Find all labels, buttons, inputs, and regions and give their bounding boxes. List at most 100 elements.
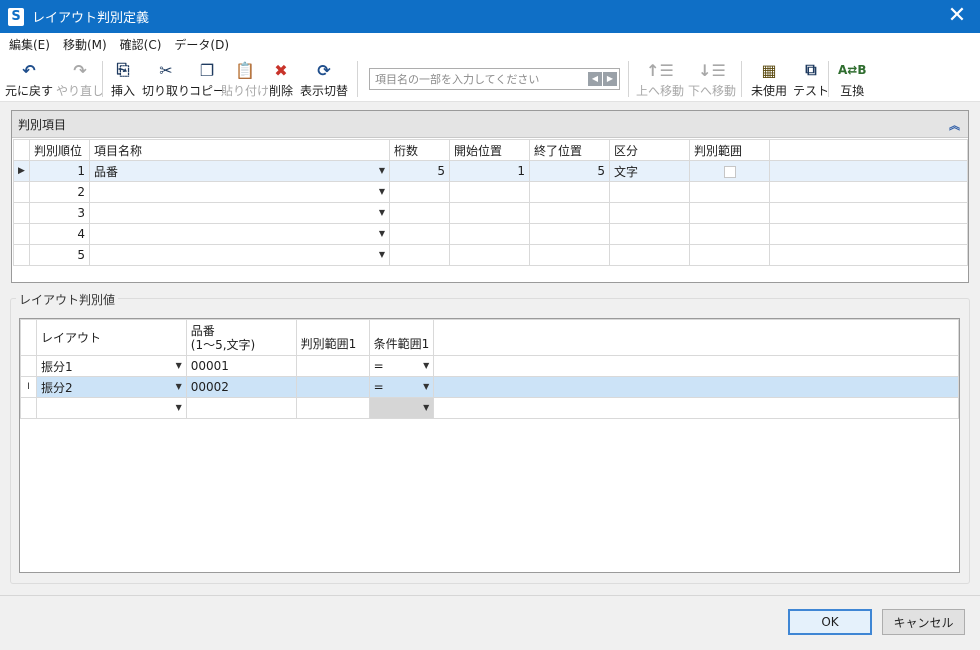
cell-order[interactable]: 1 <box>29 160 90 182</box>
cell-layout-dropdown[interactable]: 振分1 <box>35 355 187 377</box>
cell-item-name-dropdown[interactable]: 品番 <box>89 160 390 182</box>
app-icon: S <box>8 7 24 26</box>
table-row[interactable]: 振分1 00001 = <box>20 355 959 377</box>
cell-condition-dropdown[interactable]: = <box>368 376 435 398</box>
table-row[interactable]: ▶ 1 品番 5 1 5 文字 <box>13 160 968 182</box>
cell-range[interactable] <box>689 181 770 203</box>
cell-range[interactable] <box>689 244 770 266</box>
cell-layout-dropdown[interactable]: 振分2 <box>35 376 187 398</box>
cell-kind[interactable] <box>609 244 690 266</box>
collapse-icon[interactable]: ︽ <box>949 117 960 133</box>
cell-order[interactable]: 3 <box>29 202 90 224</box>
cell-start[interactable]: 1 <box>449 160 530 182</box>
cell-layout-dropdown[interactable] <box>35 397 187 419</box>
cell-digits[interactable]: 5 <box>389 160 450 182</box>
move-up-button[interactable]: ↑☰ 上へ移動 <box>636 59 684 99</box>
col-range-header[interactable]: 判別範囲1 <box>295 319 370 356</box>
cell-end[interactable] <box>529 181 610 203</box>
toggle-display-button[interactable]: ⟳ 表示切替 <box>300 59 348 99</box>
paste-button[interactable]: 📋 貼り付け <box>221 59 269 99</box>
cancel-button[interactable]: キャンセル <box>882 609 965 635</box>
cell-digits[interactable] <box>389 202 450 224</box>
cell-digits[interactable] <box>389 223 450 245</box>
cell-condition-dropdown[interactable]: = <box>368 355 435 377</box>
cell-item-name-dropdown[interactable] <box>89 223 390 245</box>
cell-digits[interactable] <box>389 244 450 266</box>
cell-kind[interactable] <box>609 223 690 245</box>
menu-data[interactable]: データ(D) <box>174 36 229 53</box>
cell-end[interactable] <box>529 202 610 224</box>
cell-filler <box>769 223 968 245</box>
cell-order[interactable]: 5 <box>29 244 90 266</box>
col-digits-header[interactable]: 桁数 <box>389 139 450 161</box>
col-name-header[interactable]: 項目名称 <box>89 139 390 161</box>
ok-button[interactable]: OK <box>788 609 872 635</box>
unused-button[interactable]: ▦ 未使用 <box>751 59 787 99</box>
col-condition-header[interactable]: 条件範囲1 <box>368 319 435 356</box>
col-item-header[interactable]: 品番 (1〜5,文字) <box>185 319 297 356</box>
cut-button[interactable]: ✂ 切り取り <box>142 59 190 99</box>
test-button[interactable]: ⧉ テスト <box>793 59 829 99</box>
col-range-header[interactable]: 判別範囲 <box>689 139 770 161</box>
cell-range[interactable] <box>295 376 370 398</box>
menu-confirm[interactable]: 確認(C) <box>120 36 162 53</box>
col-layout-header[interactable]: レイアウト <box>35 319 187 356</box>
delete-button[interactable]: ✖ 削除 <box>269 59 293 99</box>
table-row[interactable]: 5 <box>13 244 968 266</box>
col-kind-header[interactable]: 区分 <box>609 139 690 161</box>
cell-start[interactable] <box>449 202 530 224</box>
close-icon[interactable]: ✕ <box>934 0 980 33</box>
undo-button[interactable]: ↶ 元に戻す <box>5 59 53 99</box>
range-checkbox[interactable] <box>723 165 736 178</box>
cell-range[interactable] <box>689 202 770 224</box>
move-down-button[interactable]: ↓☰ 下へ移動 <box>688 59 736 99</box>
search-box: ◀ ▶ <box>369 68 620 90</box>
col-end-header[interactable]: 終了位置 <box>529 139 610 161</box>
cell-item-name-dropdown[interactable] <box>89 202 390 224</box>
table-row[interactable]: 3 <box>13 202 968 224</box>
table-row[interactable]: 4 <box>13 223 968 245</box>
cell-item-value[interactable] <box>185 397 297 419</box>
search-input[interactable] <box>370 69 580 89</box>
col-start-header[interactable]: 開始位置 <box>449 139 530 161</box>
cell-order[interactable]: 2 <box>29 181 90 203</box>
cell-kind[interactable]: 文字 <box>609 160 690 182</box>
cell-kind[interactable] <box>609 181 690 203</box>
cell-end[interactable]: 5 <box>529 160 610 182</box>
table-row[interactable]: 2 <box>13 181 968 203</box>
cell-start[interactable] <box>449 244 530 266</box>
copy-button[interactable]: ❐ コピー <box>189 59 225 99</box>
cell-item-name-dropdown[interactable] <box>89 181 390 203</box>
row-header <box>20 397 37 419</box>
menu-edit[interactable]: 編集(E) <box>9 36 50 53</box>
cell-end[interactable] <box>529 223 610 245</box>
cell-order[interactable]: 4 <box>29 223 90 245</box>
search-next-icon[interactable]: ▶ <box>603 72 617 86</box>
row-header <box>13 202 30 224</box>
cell-digits[interactable] <box>389 181 450 203</box>
cell-item-value[interactable]: 00001 <box>185 355 297 377</box>
table-row[interactable]: I 振分2 00002 = <box>20 376 959 398</box>
cell-range[interactable] <box>689 223 770 245</box>
cell-kind[interactable] <box>609 202 690 224</box>
cell-start[interactable] <box>449 181 530 203</box>
cell-start[interactable] <box>449 223 530 245</box>
cell-range[interactable] <box>295 397 370 419</box>
menu-move[interactable]: 移動(M) <box>63 36 107 53</box>
cell-item-value[interactable]: 00002 <box>185 376 297 398</box>
search-prev-icon[interactable]: ◀ <box>588 72 602 86</box>
cell-range[interactable] <box>295 355 370 377</box>
toolbar-separator <box>828 61 829 97</box>
cell-condition-dropdown[interactable] <box>368 397 435 419</box>
cell-end[interactable] <box>529 244 610 266</box>
swap-button[interactable]: A⇄B 互換 <box>838 59 867 99</box>
redo-button[interactable]: ↷ やり直し <box>56 59 104 99</box>
insert-button[interactable]: ⎘ 挿入 <box>111 59 135 99</box>
cell-item-name-dropdown[interactable] <box>89 244 390 266</box>
col-order-header[interactable]: 判別順位 <box>29 139 90 161</box>
discrimination-items-panel: 判別項目 ︽ 判別順位 項目名称 桁数 開始位置 終了位置 区分 判別範囲 ▶ … <box>11 110 969 283</box>
toolbar-separator <box>628 61 629 97</box>
table-row[interactable] <box>20 397 959 419</box>
cell-filler <box>769 244 968 266</box>
paste-icon: 📋 <box>235 60 255 80</box>
